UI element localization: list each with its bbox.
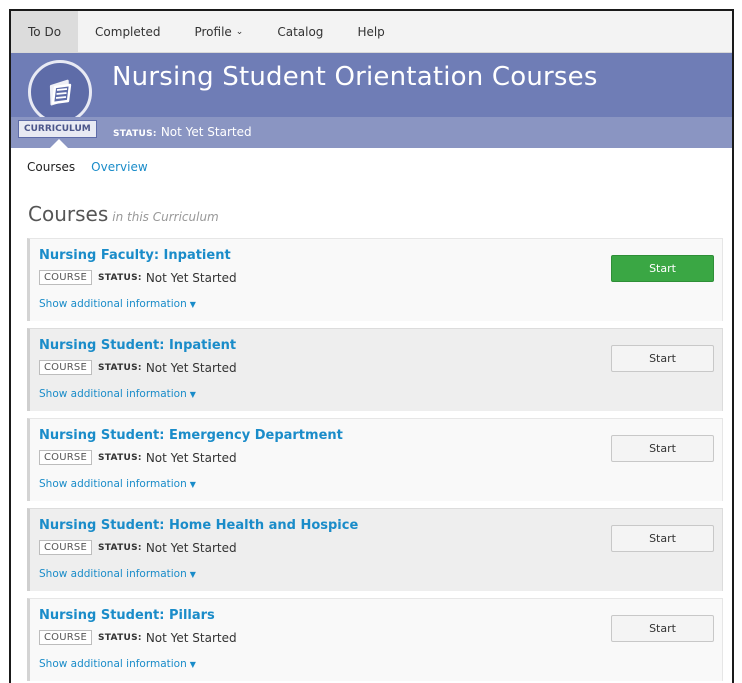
status-value: Not Yet Started bbox=[145, 450, 237, 465]
status-label: STATUS: bbox=[98, 632, 142, 643]
nav-help-label: Help bbox=[357, 24, 385, 39]
show-info-label: Show additional information bbox=[39, 298, 187, 310]
tab-courses[interactable]: Courses bbox=[27, 160, 75, 188]
show-additional-info-link[interactable]: Show additional information ▼ bbox=[39, 298, 196, 310]
top-nav: To Do Completed Profile ⌄ Catalog Help bbox=[11, 11, 732, 53]
show-additional-info-link[interactable]: Show additional information ▼ bbox=[39, 568, 196, 580]
tab-overview[interactable]: Overview bbox=[91, 160, 148, 188]
course-meta: COURSE STATUS: Not Yet Started bbox=[39, 630, 237, 645]
course-card: Nursing Student: Pillars COURSE STATUS: … bbox=[27, 598, 723, 681]
nav-todo-label: To Do bbox=[28, 24, 62, 39]
caret-down-icon: ▼ bbox=[189, 300, 196, 309]
show-info-label: Show additional information bbox=[39, 478, 187, 490]
status-label: STATUS: bbox=[98, 542, 142, 553]
status-value: Not Yet Started bbox=[160, 125, 252, 139]
status-label: STATUS: bbox=[113, 129, 157, 139]
start-button[interactable]: Start bbox=[611, 345, 714, 372]
course-type-badge: COURSE bbox=[39, 270, 92, 285]
nav-profile-label: Profile bbox=[194, 24, 232, 39]
course-meta: COURSE STATUS: Not Yet Started bbox=[39, 270, 237, 285]
course-card: Nursing Student: Emergency Department CO… bbox=[27, 418, 723, 501]
nav-catalog-label: Catalog bbox=[277, 24, 324, 39]
course-card: Nursing Faculty: Inpatient COURSE STATUS… bbox=[27, 238, 723, 321]
page-title: Nursing Student Orientation Courses bbox=[112, 62, 598, 92]
start-button[interactable]: Start bbox=[611, 435, 714, 462]
nav-help[interactable]: Help bbox=[340, 11, 401, 52]
caret-down-icon: ▼ bbox=[189, 390, 196, 399]
course-title-link[interactable]: Nursing Student: Home Health and Hospice bbox=[39, 518, 358, 533]
section-title: Courses bbox=[28, 202, 109, 226]
nav-catalog[interactable]: Catalog bbox=[260, 11, 340, 52]
course-meta: COURSE STATUS: Not Yet Started bbox=[39, 450, 237, 465]
nav-completed-label: Completed bbox=[95, 24, 161, 39]
course-type-badge: COURSE bbox=[39, 450, 92, 465]
chevron-down-icon: ⌄ bbox=[235, 26, 244, 37]
course-title-link[interactable]: Nursing Student: Pillars bbox=[39, 608, 215, 623]
status-value: Not Yet Started bbox=[145, 540, 237, 555]
banner-status-bar: CURRICULUM STATUS: Not Yet Started bbox=[11, 117, 732, 149]
app-frame: To Do Completed Profile ⌄ Catalog Help Nu… bbox=[9, 9, 734, 683]
caret-down-icon: ▼ bbox=[189, 570, 196, 579]
course-title-link[interactable]: Nursing Student: Inpatient bbox=[39, 338, 236, 353]
show-additional-info-link[interactable]: Show additional information ▼ bbox=[39, 478, 196, 490]
show-additional-info-link[interactable]: Show additional information ▼ bbox=[39, 388, 196, 400]
status-value: Not Yet Started bbox=[145, 270, 237, 285]
show-info-label: Show additional information bbox=[39, 568, 187, 580]
nav-completed[interactable]: Completed bbox=[78, 11, 177, 52]
course-type-badge: COURSE bbox=[39, 360, 92, 375]
curriculum-type-badge: CURRICULUM bbox=[18, 120, 97, 138]
course-type-badge: COURSE bbox=[39, 540, 92, 555]
course-title-link[interactable]: Nursing Student: Emergency Department bbox=[39, 428, 343, 443]
status-value: Not Yet Started bbox=[145, 360, 237, 375]
nav-profile[interactable]: Profile ⌄ bbox=[177, 11, 260, 52]
status-label: STATUS: bbox=[98, 362, 142, 373]
status-label: STATUS: bbox=[98, 452, 142, 463]
start-button[interactable]: Start bbox=[611, 525, 714, 552]
course-card: Nursing Student: Inpatient COURSE STATUS… bbox=[27, 328, 723, 411]
caret-down-icon: ▼ bbox=[189, 660, 196, 669]
course-title-link[interactable]: Nursing Faculty: Inpatient bbox=[39, 248, 231, 263]
curriculum-status: STATUS: Not Yet Started bbox=[113, 125, 252, 139]
show-info-label: Show additional information bbox=[39, 388, 187, 400]
status-label: STATUS: bbox=[98, 272, 142, 283]
start-button[interactable]: Start bbox=[611, 615, 714, 642]
tab-pointer bbox=[49, 139, 69, 149]
course-meta: COURSE STATUS: Not Yet Started bbox=[39, 360, 237, 375]
status-value: Not Yet Started bbox=[145, 630, 237, 645]
course-meta: COURSE STATUS: Not Yet Started bbox=[39, 540, 237, 555]
show-additional-info-link[interactable]: Show additional information ▼ bbox=[39, 658, 196, 670]
content-tabs: Courses Overview bbox=[11, 148, 732, 188]
curriculum-banner: Nursing Student Orientation Courses CURR… bbox=[11, 53, 732, 149]
section-subtitle: in this Curriculum bbox=[112, 210, 219, 224]
course-list: Nursing Faculty: Inpatient COURSE STATUS… bbox=[11, 238, 723, 681]
curriculum-stack-icon bbox=[28, 60, 92, 124]
nav-todo[interactable]: To Do bbox=[11, 11, 79, 52]
caret-down-icon: ▼ bbox=[189, 480, 196, 489]
section-heading: Courses in this Curriculum bbox=[11, 188, 732, 238]
start-button[interactable]: Start bbox=[611, 255, 714, 282]
course-card: Nursing Student: Home Health and Hospice… bbox=[27, 508, 723, 591]
banner-main: Nursing Student Orientation Courses bbox=[11, 53, 732, 124]
course-type-badge: COURSE bbox=[39, 630, 92, 645]
show-info-label: Show additional information bbox=[39, 658, 187, 670]
